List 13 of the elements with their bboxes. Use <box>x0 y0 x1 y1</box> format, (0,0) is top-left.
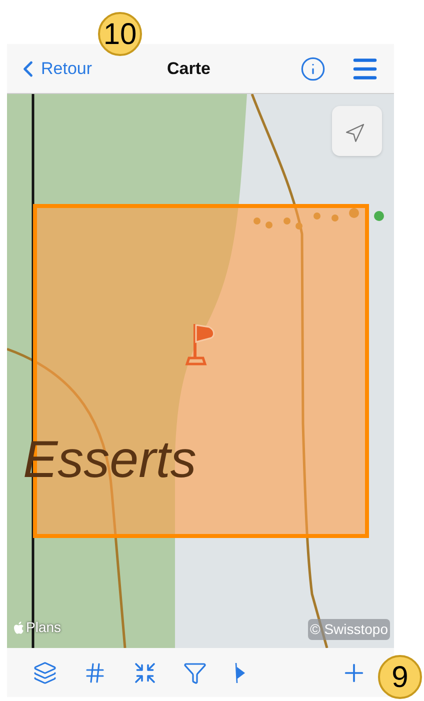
shrink-button[interactable] <box>133 660 157 684</box>
screen-title: Carte <box>167 58 210 80</box>
callout-badge: 9 <box>378 655 422 699</box>
back-button[interactable]: Retour <box>15 56 92 82</box>
filter-button[interactable] <box>183 660 207 684</box>
flag-marker-icon <box>185 324 215 366</box>
copyright-text: © Swisstopo <box>308 619 390 640</box>
heading-button[interactable] <box>233 660 247 684</box>
callout-badge: 10 <box>98 12 142 56</box>
info-button[interactable] <box>300 56 326 82</box>
layers-button[interactable] <box>33 660 57 684</box>
locate-button[interactable] <box>332 106 382 156</box>
apple-logo-icon <box>13 620 25 634</box>
